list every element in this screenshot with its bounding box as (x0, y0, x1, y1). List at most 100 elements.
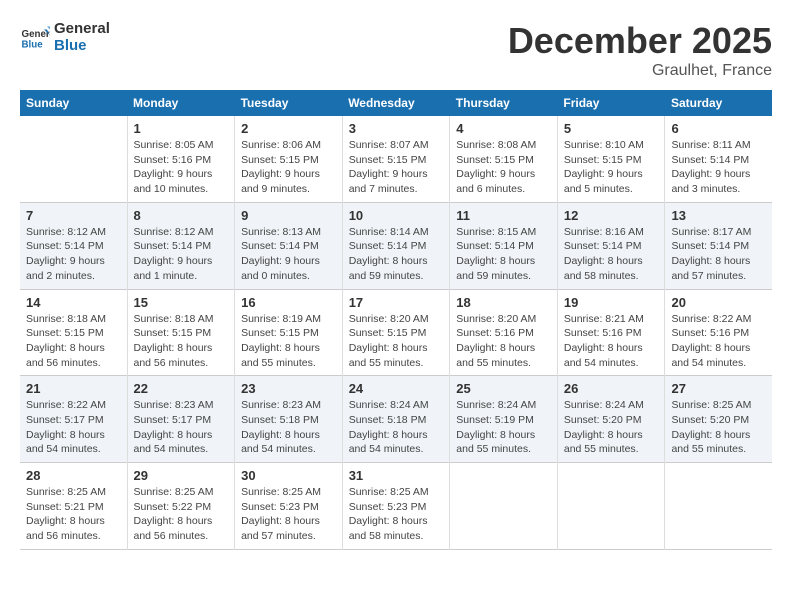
day-info: Sunrise: 8:20 AM Sunset: 5:15 PM Dayligh… (349, 312, 444, 371)
calendar-week-row: 28 Sunrise: 8:25 AM Sunset: 5:21 PM Dayli… (20, 463, 772, 550)
calendar-cell: 10 Sunrise: 8:14 AM Sunset: 5:14 PM Dayli… (342, 202, 450, 289)
day-info: Sunrise: 8:16 AM Sunset: 5:14 PM Dayligh… (564, 225, 659, 284)
calendar-cell: 6 Sunrise: 8:11 AM Sunset: 5:14 PM Daylig… (665, 116, 772, 202)
day-info: Sunrise: 8:25 AM Sunset: 5:23 PM Dayligh… (241, 485, 336, 544)
logo-blue: Blue (54, 37, 110, 54)
day-number: 9 (241, 208, 336, 223)
day-number: 10 (349, 208, 444, 223)
day-info: Sunrise: 8:25 AM Sunset: 5:20 PM Dayligh… (671, 398, 766, 457)
calendar-week-row: 14 Sunrise: 8:18 AM Sunset: 5:15 PM Dayli… (20, 289, 772, 376)
calendar-cell (20, 116, 127, 202)
calendar-table: SundayMondayTuesdayWednesdayThursdayFrid… (20, 90, 772, 550)
day-info: Sunrise: 8:14 AM Sunset: 5:14 PM Dayligh… (349, 225, 444, 284)
day-number: 14 (26, 295, 121, 310)
day-info: Sunrise: 8:07 AM Sunset: 5:15 PM Dayligh… (349, 138, 444, 197)
calendar-week-row: 21Sunrise: 8:22 AM Sunset: 5:17 PM Dayli… (20, 376, 772, 463)
month-title: December 2025 (508, 20, 772, 62)
calendar-cell: 14 Sunrise: 8:18 AM Sunset: 5:15 PM Dayli… (20, 289, 127, 376)
day-info: Sunrise: 8:08 AM Sunset: 5:15 PM Dayligh… (456, 138, 551, 197)
day-info: Sunrise: 8:18 AM Sunset: 5:15 PM Dayligh… (26, 312, 121, 371)
day-number: 7 (26, 208, 121, 223)
day-info: Sunrise: 8:23 AM Sunset: 5:18 PM Dayligh… (241, 398, 336, 457)
day-info: Sunrise: 8:06 AM Sunset: 5:15 PM Dayligh… (241, 138, 336, 197)
day-number: 16 (241, 295, 336, 310)
calendar-cell: 18 Sunrise: 8:20 AM Sunset: 5:16 PM Dayli… (450, 289, 558, 376)
day-number: 15 (134, 295, 229, 310)
calendar-cell: 29 Sunrise: 8:25 AM Sunset: 5:22 PM Dayli… (127, 463, 235, 550)
day-info: Sunrise: 8:25 AM Sunset: 5:22 PM Dayligh… (134, 485, 229, 544)
calendar-cell: 1 Sunrise: 8:05 AM Sunset: 5:16 PM Daylig… (127, 116, 235, 202)
calendar-cell (557, 463, 665, 550)
day-number: 3 (349, 121, 444, 136)
calendar-cell: 9 Sunrise: 8:13 AM Sunset: 5:14 PM Daylig… (235, 202, 343, 289)
day-number: 24 (349, 381, 444, 396)
calendar-cell: 4 Sunrise: 8:08 AM Sunset: 5:15 PM Daylig… (450, 116, 558, 202)
logo-general: General (54, 20, 110, 37)
column-header-tuesday: Tuesday (235, 90, 343, 116)
day-info: Sunrise: 8:23 AM Sunset: 5:17 PM Dayligh… (134, 398, 229, 457)
day-info: Sunrise: 8:24 AM Sunset: 5:18 PM Dayligh… (349, 398, 444, 457)
logo-icon: General Blue (20, 22, 50, 52)
day-info: Sunrise: 8:10 AM Sunset: 5:15 PM Dayligh… (564, 138, 659, 197)
day-info: Sunrise: 8:18 AM Sunset: 5:15 PM Dayligh… (134, 312, 229, 371)
day-number: 6 (671, 121, 766, 136)
calendar-cell: 12 Sunrise: 8:16 AM Sunset: 5:14 PM Dayli… (557, 202, 665, 289)
day-number: 4 (456, 121, 551, 136)
day-number: 20 (671, 295, 766, 310)
day-number: 18 (456, 295, 551, 310)
calendar-cell: 30 Sunrise: 8:25 AM Sunset: 5:23 PM Dayli… (235, 463, 343, 550)
day-info: Sunrise: 8:12 AM Sunset: 5:14 PM Dayligh… (26, 225, 121, 284)
calendar-cell: 17Sunrise: 8:20 AM Sunset: 5:15 PM Dayli… (342, 289, 450, 376)
day-number: 29 (134, 468, 229, 483)
day-number: 21 (26, 381, 121, 396)
day-info: Sunrise: 8:24 AM Sunset: 5:19 PM Dayligh… (456, 398, 551, 457)
calendar-cell (450, 463, 558, 550)
calendar-cell: 15 Sunrise: 8:18 AM Sunset: 5:15 PM Dayli… (127, 289, 235, 376)
day-info: Sunrise: 8:25 AM Sunset: 5:23 PM Dayligh… (349, 485, 444, 544)
day-number: 25 (456, 381, 551, 396)
day-info: Sunrise: 8:20 AM Sunset: 5:16 PM Dayligh… (456, 312, 551, 371)
column-header-monday: Monday (127, 90, 235, 116)
day-info: Sunrise: 8:22 AM Sunset: 5:16 PM Dayligh… (671, 312, 766, 371)
calendar-cell: 31 Sunrise: 8:25 AM Sunset: 5:23 PM Dayli… (342, 463, 450, 550)
calendar-cell: 21Sunrise: 8:22 AM Sunset: 5:17 PM Dayli… (20, 376, 127, 463)
calendar-cell: 23 Sunrise: 8:23 AM Sunset: 5:18 PM Dayli… (235, 376, 343, 463)
calendar-cell: 27 Sunrise: 8:25 AM Sunset: 5:20 PM Dayli… (665, 376, 772, 463)
day-number: 12 (564, 208, 659, 223)
day-info: Sunrise: 8:21 AM Sunset: 5:16 PM Dayligh… (564, 312, 659, 371)
day-number: 5 (564, 121, 659, 136)
day-number: 28 (26, 468, 121, 483)
day-info: Sunrise: 8:05 AM Sunset: 5:16 PM Dayligh… (134, 138, 229, 197)
title-block: December 2025 Graulhet, France (508, 20, 772, 80)
calendar-cell: 28 Sunrise: 8:25 AM Sunset: 5:21 PM Dayli… (20, 463, 127, 550)
day-number: 23 (241, 381, 336, 396)
day-number: 31 (349, 468, 444, 483)
calendar-cell: 7 Sunrise: 8:12 AM Sunset: 5:14 PM Daylig… (20, 202, 127, 289)
calendar-cell: 16Sunrise: 8:19 AM Sunset: 5:15 PM Dayli… (235, 289, 343, 376)
day-info: Sunrise: 8:13 AM Sunset: 5:14 PM Dayligh… (241, 225, 336, 284)
calendar-header-row: SundayMondayTuesdayWednesdayThursdayFrid… (20, 90, 772, 116)
column-header-thursday: Thursday (450, 90, 558, 116)
day-info: Sunrise: 8:17 AM Sunset: 5:14 PM Dayligh… (671, 225, 766, 284)
day-number: 22 (134, 381, 229, 396)
day-number: 26 (564, 381, 659, 396)
day-info: Sunrise: 8:25 AM Sunset: 5:21 PM Dayligh… (26, 485, 121, 544)
day-info: Sunrise: 8:12 AM Sunset: 5:14 PM Dayligh… (134, 225, 229, 284)
day-number: 27 (671, 381, 766, 396)
day-number: 30 (241, 468, 336, 483)
calendar-week-row: 1 Sunrise: 8:05 AM Sunset: 5:16 PM Daylig… (20, 116, 772, 202)
svg-text:Blue: Blue (22, 40, 44, 51)
location-subtitle: Graulhet, France (508, 62, 772, 80)
calendar-cell: 3 Sunrise: 8:07 AM Sunset: 5:15 PM Daylig… (342, 116, 450, 202)
logo: General Blue General Blue (20, 20, 110, 54)
column-header-friday: Friday (557, 90, 665, 116)
column-header-sunday: Sunday (20, 90, 127, 116)
day-number: 2 (241, 121, 336, 136)
calendar-cell: 13Sunrise: 8:17 AM Sunset: 5:14 PM Dayli… (665, 202, 772, 289)
day-info: Sunrise: 8:11 AM Sunset: 5:14 PM Dayligh… (671, 138, 766, 197)
calendar-cell: 25 Sunrise: 8:24 AM Sunset: 5:19 PM Dayli… (450, 376, 558, 463)
day-number: 1 (134, 121, 229, 136)
calendar-cell: 19Sunrise: 8:21 AM Sunset: 5:16 PM Dayli… (557, 289, 665, 376)
calendar-cell: 24 Sunrise: 8:24 AM Sunset: 5:18 PM Dayli… (342, 376, 450, 463)
day-info: Sunrise: 8:24 AM Sunset: 5:20 PM Dayligh… (564, 398, 659, 457)
